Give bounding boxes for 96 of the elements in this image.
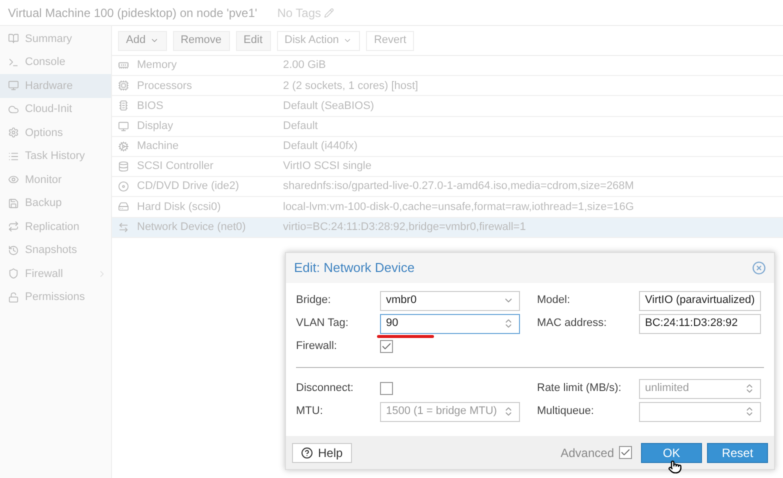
dropdown-field[interactable]: vmbr0 <box>380 290 520 310</box>
hardware-row[interactable]: SCSI Controller VirtIO SCSI single <box>112 156 783 178</box>
spinner-icon <box>503 406 514 417</box>
checkbox[interactable] <box>380 340 393 353</box>
sidebar-item[interactable]: Console <box>0 50 111 74</box>
input-field[interactable]: 1500 (1 = bridge MTU) <box>380 402 520 422</box>
hardware-row[interactable]: Memory 2.00 GiB <box>112 56 783 76</box>
book-icon <box>8 33 19 44</box>
chevron-down-icon <box>150 36 159 45</box>
field-label: MTU: <box>296 404 324 420</box>
checkbox[interactable] <box>619 446 632 459</box>
floppy-icon <box>8 198 19 209</box>
disc-icon <box>118 181 128 192</box>
unlock-icon <box>8 292 19 303</box>
monitor-icon <box>118 120 128 132</box>
chevron-down-icon <box>342 36 352 45</box>
device-value: virtio=BC:24:11:D3:28:92,bridge=vmbr0,firewall=1 <box>283 220 526 235</box>
device-value: local-lvm:vm-100-disk-0,cache=unsafe,format=raw,iothread=1,size=16G <box>283 200 634 215</box>
sidebar-item[interactable]: Monitor <box>0 168 111 192</box>
sidebar-item[interactable]: Snapshots <box>0 238 111 262</box>
eye-icon <box>8 174 19 186</box>
arrows-icon <box>118 222 128 233</box>
toolbar-button[interactable]: Edit <box>236 30 271 50</box>
repeat-icon <box>8 221 19 232</box>
device-value: VirtIO SCSI single <box>283 159 372 174</box>
dropdown-field[interactable]: VirtIO (paravirtualized) <box>639 290 761 310</box>
spinner-icon <box>744 383 755 394</box>
sidebar-item[interactable]: Permissions <box>0 286 111 309</box>
field-label: Rate limit (MB/s): <box>537 381 622 396</box>
pencil-icon <box>324 8 334 18</box>
device-name: BIOS <box>136 98 164 114</box>
device-name: Processors <box>136 78 194 94</box>
device-value: Default (SeaBIOS) <box>283 98 374 114</box>
toolbar-button[interactable]: Remove <box>172 30 230 50</box>
device-name: Network Device (net0) <box>136 220 247 235</box>
field-label: Model: <box>537 293 572 308</box>
sidebar-item[interactable]: Summary <box>0 27 111 50</box>
input-field[interactable] <box>639 402 761 422</box>
device-value: sharednfs:iso/gparted-live-0.27.0-1-amd64.iso,media=cdrom,size=268M <box>283 179 634 194</box>
sidebar-item[interactable]: Replication <box>0 215 111 238</box>
hardware-row[interactable]: Network Device (net0) virtio=BC:24:11:D3:28:92,bridge=vmbr0,firewall=1 <box>112 218 783 238</box>
monitor-icon <box>8 80 19 92</box>
field-label: Disconnect: <box>296 381 354 396</box>
advanced-label: Advanced <box>560 444 614 462</box>
gears-icon <box>118 140 128 152</box>
toolbar-button[interactable]: Add <box>118 30 167 50</box>
hardware-row[interactable]: CD/DVD Drive (ide2) sharednfs:iso/gparted-live-0.27.0-1-amd64.iso,media=cdrom,size=268M <box>112 177 783 198</box>
spinner-icon <box>744 406 755 417</box>
database-icon <box>118 161 128 172</box>
help-button[interactable]: Help <box>292 442 352 462</box>
device-value: Default <box>283 118 318 134</box>
field-label: Firewall: <box>296 339 338 354</box>
field-label: VLAN Tag: <box>296 316 350 332</box>
memory-icon <box>118 60 128 72</box>
checkbox[interactable] <box>380 382 393 395</box>
help-icon <box>301 446 313 458</box>
cloud-icon <box>8 104 19 115</box>
shield-icon <box>8 268 19 280</box>
device-name: Hard Disk (scsi0) <box>136 200 222 215</box>
window-title: Virtual Machine 100 (pidesktop) on node 'pve1' <box>8 4 258 22</box>
sidebar-item[interactable]: Options <box>0 121 111 144</box>
device-value: Default (i440fx) <box>283 139 358 154</box>
terminal-icon <box>8 56 19 68</box>
close-icon[interactable] <box>752 261 766 275</box>
annotation-underline <box>377 335 434 338</box>
reset-button[interactable]: Reset <box>707 442 768 462</box>
spinner-icon <box>503 318 514 329</box>
device-name: Machine <box>136 139 180 154</box>
field-label: Multiqueue: <box>537 404 595 420</box>
input-field[interactable]: 90 <box>380 314 520 334</box>
hardware-row[interactable]: BIOS Default (SeaBIOS) <box>112 96 783 117</box>
sidebar-item[interactable]: Backup <box>0 192 111 215</box>
field-label: Bridge: <box>296 293 332 308</box>
sidebar-item[interactable]: Cloud-Init <box>0 98 111 121</box>
sidebar-item[interactable]: Task History <box>0 144 111 168</box>
history-icon <box>8 244 19 256</box>
field-label: MAC address: <box>537 316 608 332</box>
sidebar-item[interactable]: Hardware <box>0 74 111 98</box>
hardware-row[interactable]: Machine Default (i440fx) <box>112 136 783 157</box>
device-name: Display <box>136 118 174 134</box>
sidebar-item[interactable]: Firewall <box>0 262 111 286</box>
input-field[interactable]: unlimited <box>639 378 761 398</box>
hardware-row[interactable]: Processors 2 (2 sockets, 1 cores) [host] <box>112 76 783 96</box>
device-name: SCSI Controller <box>136 159 214 174</box>
list-icon <box>8 150 19 162</box>
gear-icon <box>8 127 19 138</box>
chip-icon <box>118 100 128 112</box>
device-value: 2 (2 sockets, 1 cores) [host] <box>283 78 418 94</box>
device-name: Memory <box>136 58 178 74</box>
chip-icon <box>118 80 128 92</box>
input-field[interactable]: BC:24:11:D3:28:92 <box>639 314 761 334</box>
dialog-title: Edit: Network Device <box>294 259 416 278</box>
device-name: CD/DVD Drive (ide2) <box>136 179 240 194</box>
device-value: 2.00 GiB <box>283 58 326 74</box>
ok-button[interactable]: OK <box>641 442 702 462</box>
hardware-row[interactable]: Display Default <box>112 116 783 137</box>
